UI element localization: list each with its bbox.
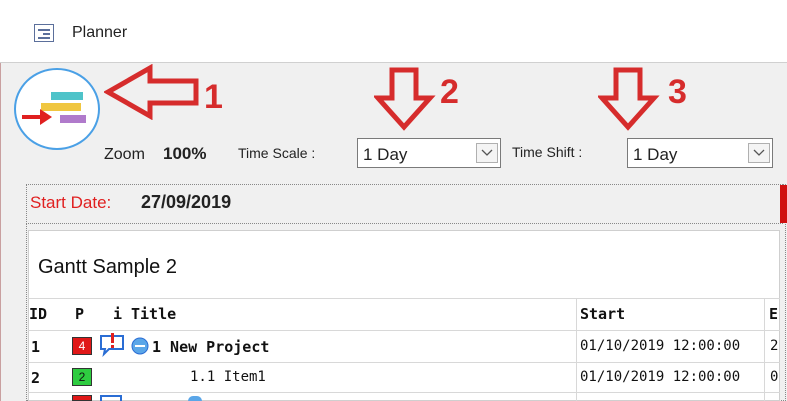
annotation-arrow-left-icon (104, 64, 199, 120)
task-end: 0 (770, 369, 779, 385)
time-scale-label: Time Scale : (238, 145, 316, 161)
grid-line (28, 298, 780, 299)
column-divider (576, 298, 577, 401)
column-header-title[interactable]: Title (131, 305, 176, 323)
start-date-bar (26, 184, 783, 224)
task-title[interactable]: 1 New Project (152, 338, 269, 356)
priority-badge: 4 (72, 337, 92, 355)
priority-badge: 2 (72, 368, 92, 386)
grid-line (28, 330, 780, 331)
time-shift-dropdown-button[interactable] (748, 143, 770, 163)
form-icon (34, 24, 54, 42)
column-header-info[interactable]: i (113, 305, 122, 323)
column-header-priority[interactable]: P (75, 305, 84, 323)
row-id: 1 (31, 338, 41, 356)
annotation-number-1: 1 (204, 78, 223, 116)
start-date-label: Start Date: (30, 193, 112, 212)
expand-icon-partial (188, 396, 202, 401)
column-header-id[interactable]: ID (29, 305, 47, 323)
column-header-start[interactable]: Start (580, 305, 625, 323)
window-title: Planner (72, 24, 128, 41)
note-info-icon[interactable] (98, 333, 128, 357)
task-end: 2 (770, 338, 779, 354)
chevron-down-icon (481, 149, 493, 156)
task-title[interactable]: 1.1 Item1 (190, 369, 266, 385)
gantt-title: Gantt Sample 2 (38, 256, 177, 278)
grid-line (28, 362, 780, 363)
column-divider (764, 298, 765, 401)
start-date-value: 27/09/2019 (141, 192, 232, 212)
time-scale-select[interactable]: 1 Day (357, 138, 501, 168)
annotation-number-2: 2 (440, 73, 459, 111)
time-scale-dropdown-button[interactable] (476, 143, 498, 163)
row-id: 2 (31, 369, 41, 387)
task-start: 01/10/2019 12:00:00 (580, 338, 741, 354)
today-marker (780, 185, 787, 223)
column-header-end[interactable]: E (769, 305, 778, 323)
time-shift-select[interactable]: 1 Day (627, 138, 773, 168)
grid-line (28, 392, 780, 393)
annotation-number-3: 3 (668, 73, 687, 111)
gantt-logo-icon[interactable] (14, 68, 100, 150)
priority-badge-partial (72, 395, 92, 401)
collapse-icon[interactable] (131, 337, 149, 355)
chevron-down-icon (753, 149, 765, 156)
annotation-arrow-down-icon (374, 67, 436, 131)
note-info-icon-partial (100, 395, 122, 401)
time-scale-value: 1 Day (363, 145, 408, 164)
zoom-label: Zoom (104, 146, 145, 163)
time-shift-value: 1 Day (633, 145, 678, 164)
task-start: 01/10/2019 12:00:00 (580, 369, 741, 385)
annotation-arrow-down-icon (598, 67, 660, 131)
zoom-value: 100% (163, 144, 207, 163)
time-shift-label: Time Shift : (512, 144, 583, 160)
